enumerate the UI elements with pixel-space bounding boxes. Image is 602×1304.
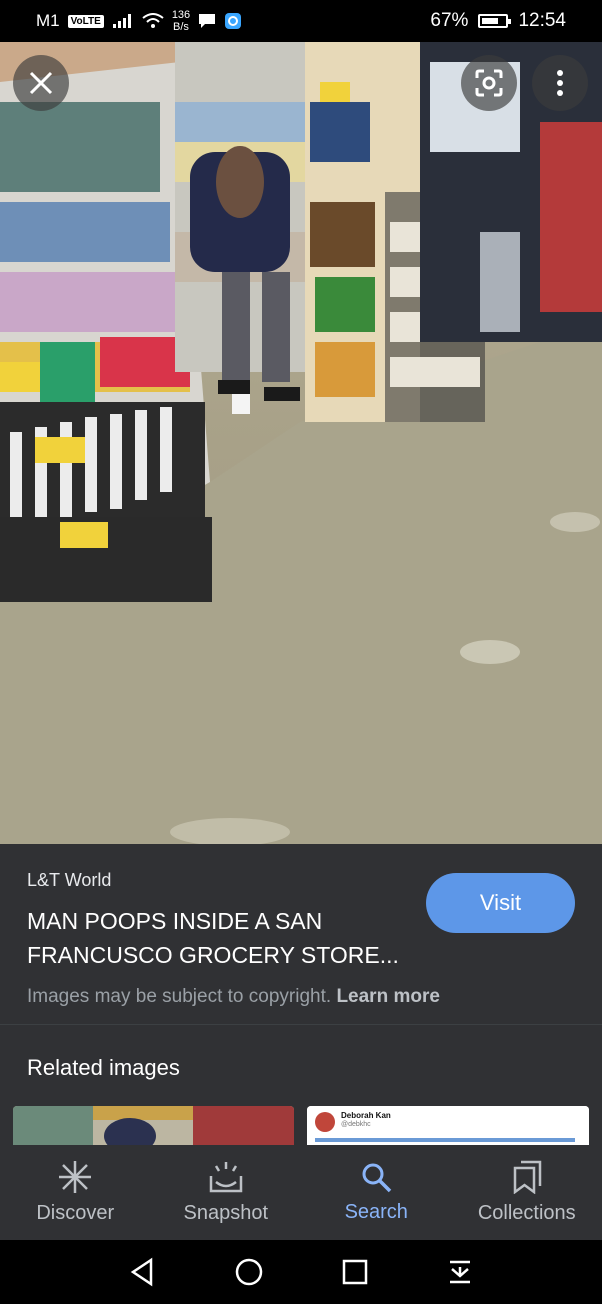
tweet-text-lines bbox=[315, 1138, 575, 1142]
more-vert-icon bbox=[557, 70, 563, 96]
related-image-1[interactable] bbox=[13, 1106, 294, 1146]
grocery-store-photo bbox=[0, 42, 602, 844]
nav-collections-label: Collections bbox=[477, 1202, 576, 1224]
wifi-icon bbox=[142, 13, 164, 28]
message-icon bbox=[199, 14, 216, 28]
related-images-section: Related images Deborah Kan @debkhc bbox=[0, 1024, 602, 1146]
learn-more-link[interactable]: Learn more bbox=[336, 986, 439, 1007]
battery-percent: 67% bbox=[430, 10, 469, 31]
nav-snapshot[interactable]: Snapshot bbox=[151, 1145, 302, 1240]
result-title[interactable]: MAN POOPS INSIDE A SAN FRANCUSCO GROCERY… bbox=[27, 904, 407, 972]
tweet-handle: @debkhc bbox=[341, 1121, 371, 1128]
related-image-1-photo bbox=[13, 1106, 294, 1146]
speed-value: 136 bbox=[171, 9, 191, 21]
related-images-title: Related images bbox=[27, 1055, 180, 1080]
signal-icon bbox=[112, 14, 131, 28]
close-icon bbox=[29, 71, 53, 95]
photo-view[interactable] bbox=[0, 42, 602, 844]
source-site[interactable]: L&T World bbox=[27, 870, 111, 891]
search-icon bbox=[362, 1163, 392, 1193]
volte-badge: VoLTE bbox=[67, 14, 104, 28]
home-icon[interactable] bbox=[234, 1257, 264, 1287]
nav-search[interactable]: Search bbox=[301, 1145, 452, 1240]
network-speed: 136 B/s bbox=[172, 9, 190, 33]
lens-button[interactable] bbox=[461, 55, 517, 111]
related-image-2[interactable]: Deborah Kan @debkhc bbox=[307, 1106, 589, 1146]
back-icon[interactable] bbox=[129, 1257, 155, 1287]
nav-discover[interactable]: Discover bbox=[0, 1145, 151, 1240]
asterisk-icon bbox=[59, 1161, 92, 1193]
tweet-author: Deborah Kan bbox=[341, 1111, 391, 1120]
copyright-text: Images may be subject to copyright. bbox=[27, 986, 332, 1007]
more-options-button[interactable] bbox=[532, 55, 588, 111]
nav-collections[interactable]: Collections bbox=[452, 1145, 602, 1240]
collections-icon bbox=[513, 1160, 541, 1194]
close-button[interactable] bbox=[13, 55, 69, 111]
copyright-notice: Images may be subject to copyright. Lear… bbox=[27, 986, 440, 1008]
battery-icon bbox=[478, 14, 512, 28]
bottom-navigation: Discover Snapshot Search Collections bbox=[0, 1145, 602, 1240]
system-navigation-bar bbox=[0, 1240, 602, 1304]
image-info-panel: L&T World MAN POOPS INSIDE A SAN FRANCUS… bbox=[0, 844, 602, 1024]
visit-button[interactable]: Visit bbox=[426, 873, 575, 933]
nav-snapshot-label: Snapshot bbox=[183, 1202, 268, 1224]
notification-pulldown-icon[interactable] bbox=[447, 1259, 473, 1285]
nav-search-label: Search bbox=[344, 1201, 408, 1223]
app-notification-icon bbox=[225, 13, 242, 29]
speed-unit: B/s bbox=[173, 21, 189, 33]
status-bar: M1 VoLTE 136 B/s 67% 12:54 bbox=[0, 0, 602, 42]
nav-discover-label: Discover bbox=[36, 1202, 115, 1224]
snapshot-icon bbox=[209, 1162, 242, 1193]
recents-icon[interactable] bbox=[342, 1259, 368, 1285]
carrier-label: M1 bbox=[36, 11, 60, 30]
avatar bbox=[315, 1112, 335, 1132]
clock: 12:54 bbox=[518, 10, 566, 31]
tweet-preview: Deborah Kan @debkhc bbox=[307, 1106, 589, 1146]
lens-icon bbox=[475, 69, 503, 97]
